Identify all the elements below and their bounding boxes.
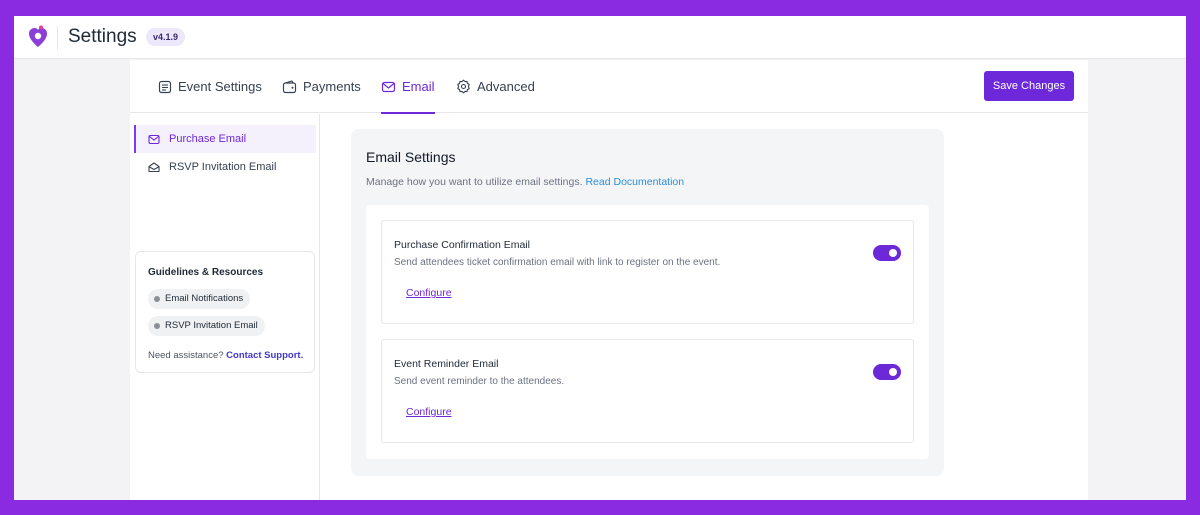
bullet-dot-icon: [154, 323, 160, 329]
contact-support-link[interactable]: Contact Support.: [226, 350, 303, 361]
topbar-divider: [57, 26, 58, 50]
event-reminder-setting: Event Reminder Email Send event reminder…: [381, 339, 914, 443]
gear-icon: [457, 79, 470, 94]
mail-open-icon: [148, 161, 160, 172]
tab-label: Advanced: [477, 79, 535, 94]
setting-title: Event Reminder Email: [394, 358, 499, 370]
mail-icon: [381, 81, 396, 92]
setting-description: Send attendees ticket confirmation email…: [394, 257, 721, 268]
toggle-knob: [889, 249, 897, 257]
configure-link[interactable]: Configure: [406, 287, 452, 299]
tab-advanced[interactable]: Advanced: [456, 60, 535, 113]
resource-chip-email-notifications[interactable]: Email Notifications: [148, 289, 251, 309]
assistance-label: Need assistance?: [148, 350, 224, 361]
version-badge: v4.1.9: [146, 28, 186, 46]
sidebar-item-purchase-email[interactable]: Purchase Email: [134, 125, 316, 153]
guidelines-title: Guidelines & Resources: [148, 267, 264, 278]
section-title: Email Settings: [366, 149, 456, 165]
payments-icon: [282, 79, 297, 93]
configure-link[interactable]: Configure: [406, 406, 452, 418]
guidelines-card: Guidelines & Resources Email Notificatio…: [135, 251, 315, 373]
setting-title: Purchase Confirmation Email: [394, 239, 530, 251]
description-text: Manage how you want to utilize email set…: [366, 176, 583, 188]
mail-icon: [148, 134, 160, 144]
sidebar-item-label: RSVP Invitation Email: [169, 161, 277, 173]
read-documentation-link[interactable]: Read Documentation: [585, 176, 684, 188]
tab-email[interactable]: Email: [381, 60, 435, 114]
resource-chip-rsvp-invitation-email[interactable]: RSVP Invitation Email: [148, 316, 265, 336]
purchase-confirmation-setting: Purchase Confirmation Email Send attende…: [381, 220, 914, 324]
top-bar: Settings v4.1.9: [14, 16, 1186, 59]
email-settings-card: Email Settings Manage how you want to ut…: [351, 129, 944, 476]
chip-label: Email Notifications: [165, 293, 244, 304]
tab-event-settings[interactable]: Event Settings: [158, 60, 262, 113]
bullet-dot-icon: [154, 296, 160, 302]
tab-payments[interactable]: Payments: [282, 60, 361, 113]
assistance-text: Need assistance? Contact Support.: [148, 350, 303, 361]
tab-label: Payments: [303, 79, 361, 94]
save-changes-button[interactable]: Save Changes: [984, 71, 1074, 101]
page-title: Settings: [68, 26, 137, 47]
chip-label: RSVP Invitation Email: [165, 320, 258, 331]
tab-label: Email: [402, 79, 435, 94]
app-logo-icon: [29, 25, 47, 47]
settings-window: Settings v4.1.9 Event Settings Payments …: [14, 16, 1186, 500]
tab-label: Event Settings: [178, 79, 262, 94]
settings-panel: Event Settings Payments Email Advanced S…: [130, 60, 1088, 500]
setting-description: Send event reminder to the attendees.: [394, 376, 565, 387]
sidebar-item-label: Purchase Email: [169, 133, 247, 145]
toggle-knob: [889, 368, 897, 376]
event-settings-icon: [158, 80, 172, 93]
sidebar: Purchase Email RSVP Invitation Email Gui…: [130, 114, 320, 500]
section-description: Manage how you want to utilize email set…: [366, 176, 684, 188]
email-settings-list: Purchase Confirmation Email Send attende…: [366, 205, 929, 459]
event-reminder-toggle[interactable]: [873, 364, 901, 380]
sidebar-item-rsvp-invitation-email[interactable]: RSVP Invitation Email: [134, 153, 316, 181]
purchase-confirmation-toggle[interactable]: [873, 245, 901, 261]
tab-bar: Event Settings Payments Email Advanced S…: [130, 60, 1088, 114]
